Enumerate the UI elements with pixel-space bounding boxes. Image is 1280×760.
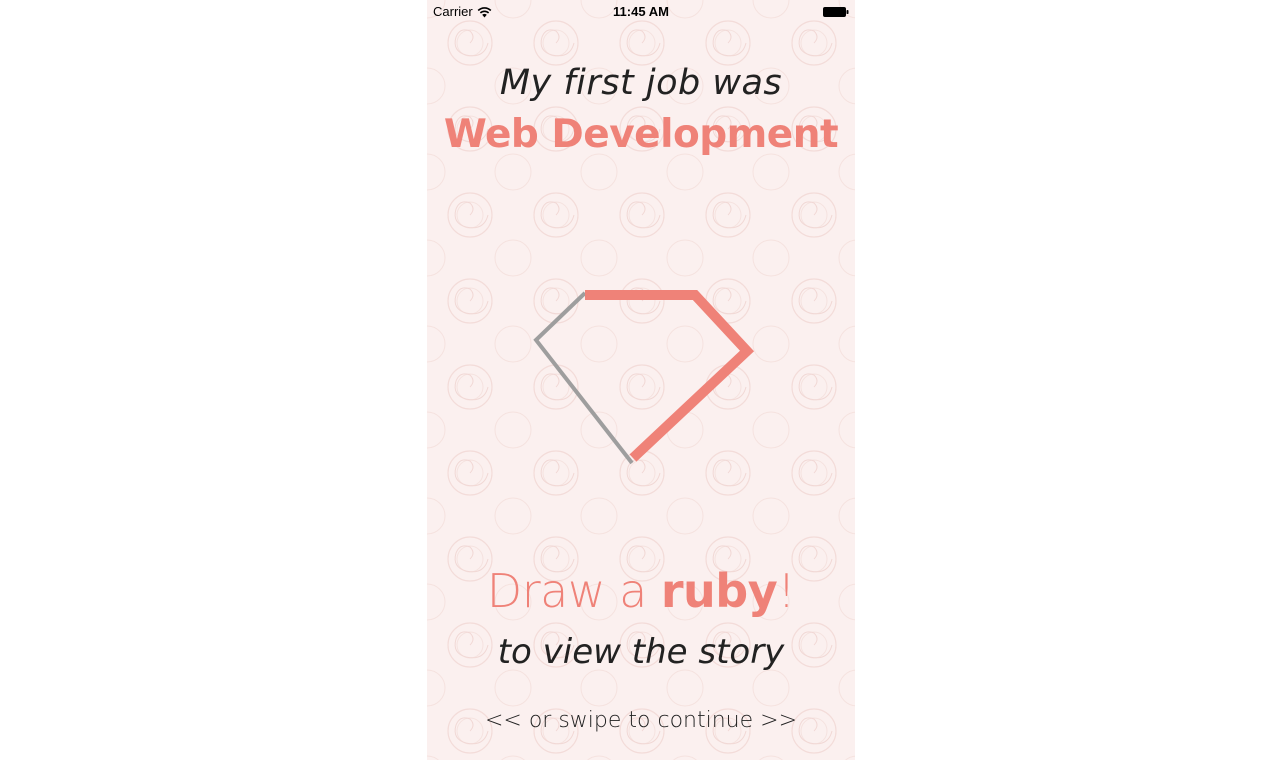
draw-ruby-prompt: Draw a ruby!: [427, 564, 855, 618]
app-screen[interactable]: Carrier 11:45 AM My first job was Web De…: [427, 0, 855, 760]
ruby-pending-stroke: [533, 291, 634, 465]
ruby-drawing-canvas[interactable]: [427, 270, 855, 480]
view-story-subtitle: to view the story: [497, 632, 785, 672]
draw-ruby-emphasis: ruby: [660, 564, 778, 618]
battery-icon: [823, 7, 849, 17]
intro-heading: My first job was: [499, 63, 783, 103]
status-bar: Carrier 11:45 AM: [427, 0, 855, 24]
swipe-hint[interactable]: << or swipe to continue >>: [427, 708, 855, 733]
job-title: Web Development: [443, 112, 839, 157]
status-time: 11:45 AM: [613, 4, 669, 19]
draw-ruby-prefix: Draw a: [486, 564, 661, 618]
draw-ruby-suffix: !: [777, 564, 796, 618]
